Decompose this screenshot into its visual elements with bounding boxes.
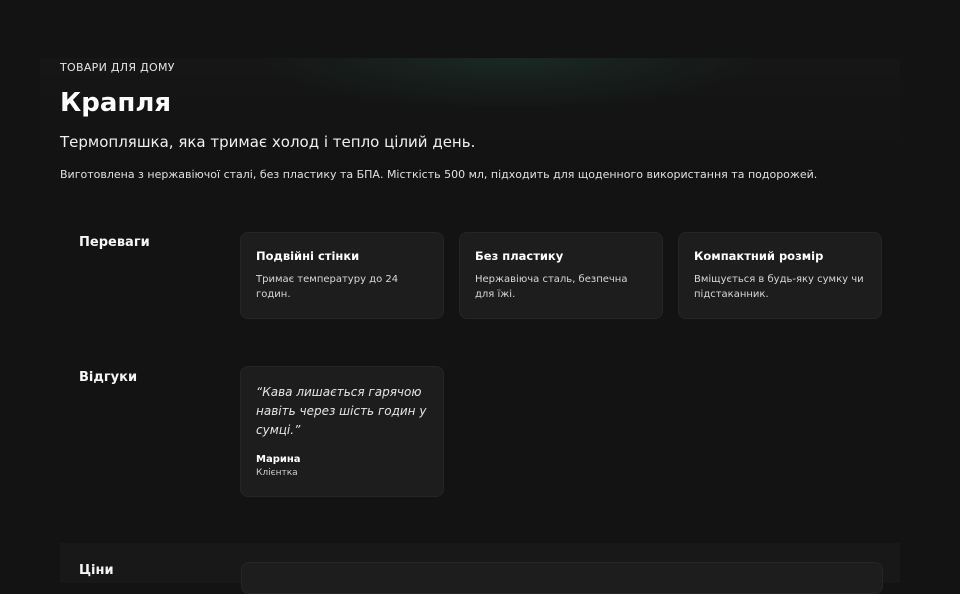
review-author-role: Клієнтка <box>256 468 298 478</box>
benefit-text: Нержавіюча сталь, безпечна для їжі. <box>475 274 628 300</box>
price-card <box>241 562 883 594</box>
product-description: Виготовлена з нержавіючої сталі, без пла… <box>60 168 818 181</box>
review-card: “Кава лишається гарячою навіть через шіс… <box>240 366 444 497</box>
category-label: ТОВАРИ ДЛЯ ДОМУ <box>60 61 175 74</box>
benefit-title: Компактний розмір <box>694 249 824 263</box>
benefit-card: Без пластику Нержавіюча сталь, безпечна … <box>459 232 663 319</box>
benefit-title: Подвійні стінки <box>256 249 360 263</box>
benefit-text: Тримає температуру до 24 годин. <box>256 274 399 300</box>
benefit-title: Без пластику <box>475 249 564 263</box>
reviews-label: Відгуки <box>79 370 138 385</box>
review-quote: “Кава лишається гарячою навіть через шіс… <box>256 385 427 437</box>
product-subtitle: Термопляшка, яка тримає холод і тепло ці… <box>60 133 476 151</box>
benefit-text: Вміщується в будь-яку сумку чи підстакан… <box>694 274 864 300</box>
review-author: Марина <box>256 454 301 465</box>
benefit-card: Компактний розмір Вміщується в будь-яку … <box>678 232 882 319</box>
benefits-label: Переваги <box>79 235 150 250</box>
product-title: Крапля <box>60 88 172 118</box>
benefit-card: Подвійні стінки Тримає температуру до 24… <box>240 232 444 319</box>
